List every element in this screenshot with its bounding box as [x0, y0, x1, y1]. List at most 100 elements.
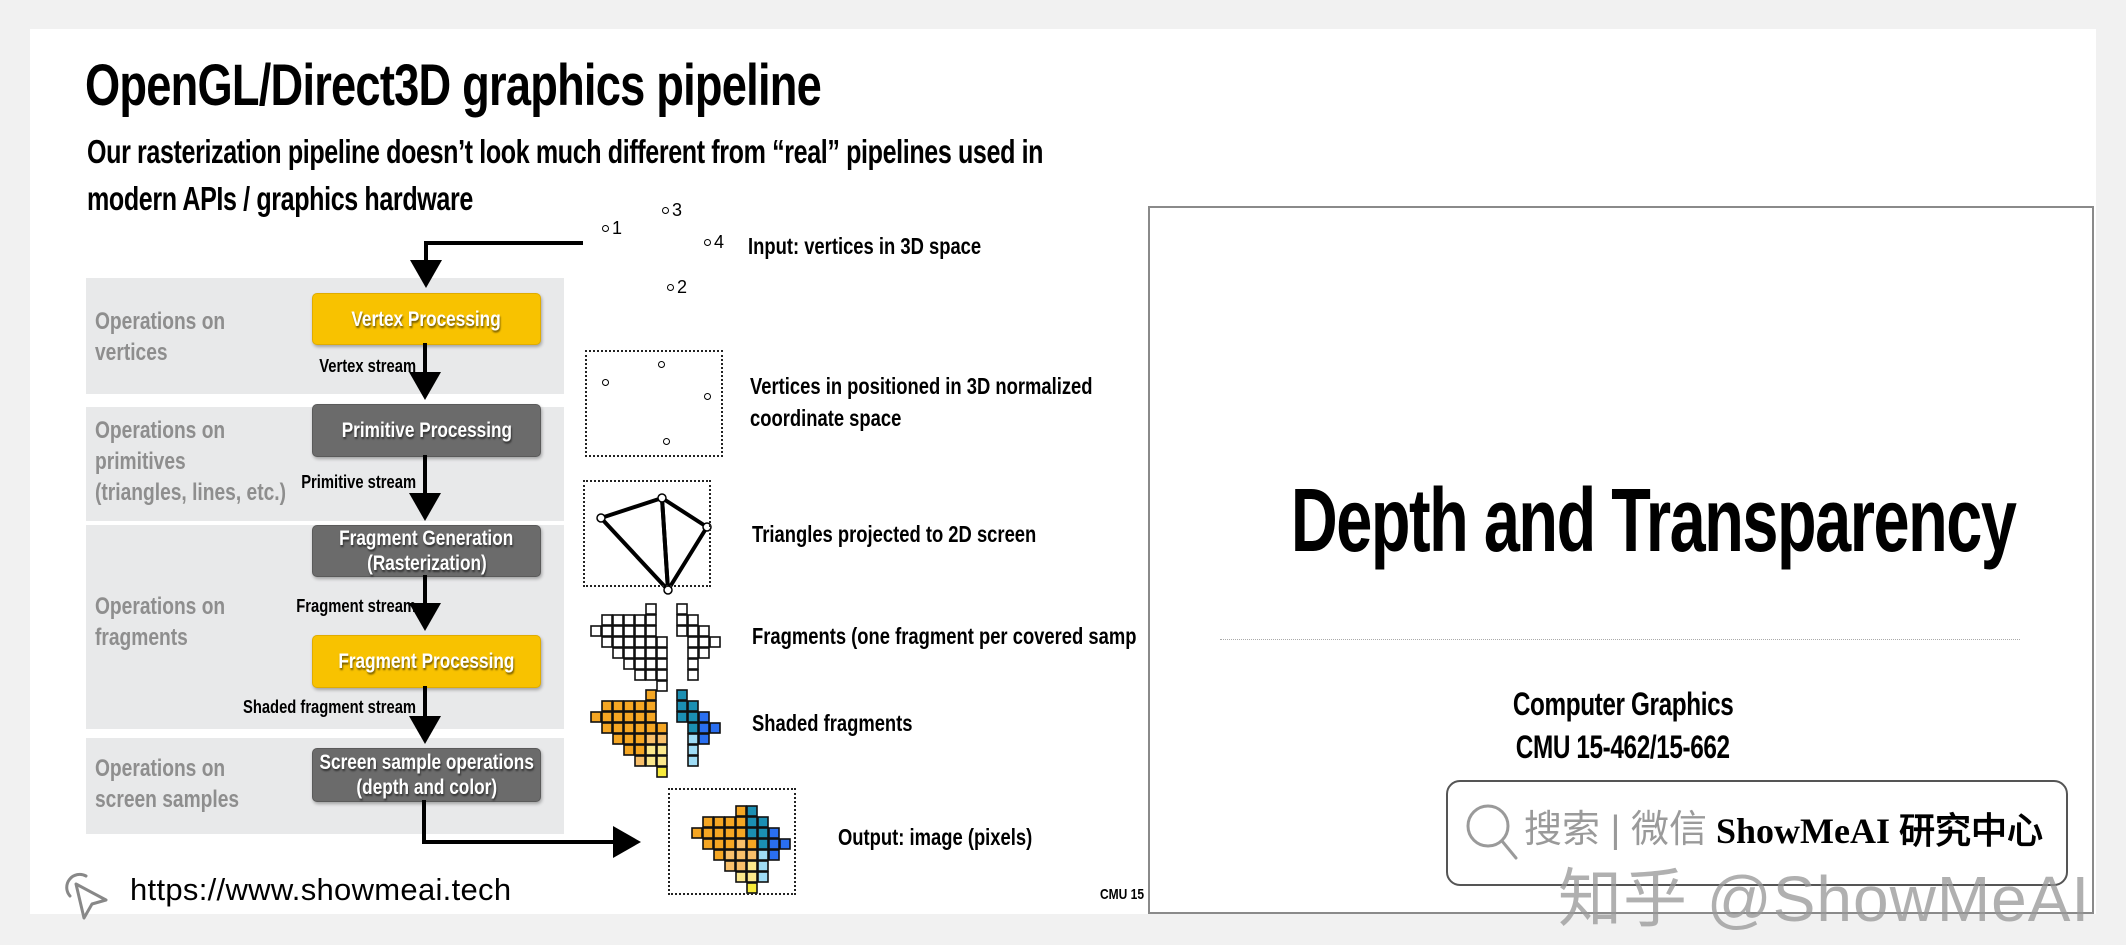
lecture-title-text: Depth and Transparency [1290, 471, 2017, 571]
normalized-space-box [585, 350, 723, 457]
fragment-cell [709, 722, 721, 734]
fragment-cell [634, 711, 646, 723]
fragment-cell [656, 658, 668, 670]
course-name: Computer Graphics [1150, 686, 2096, 723]
fragment-cell [687, 669, 699, 681]
fragment-cell [623, 700, 635, 712]
fragment-cell [645, 722, 657, 734]
fragment-cell [634, 755, 646, 767]
watermark-search-text: 搜索 | 微信 [1524, 809, 1707, 851]
vertex-label-1: 1 [612, 218, 623, 238]
website-link[interactable]: https://www.showmeai.tech [130, 872, 511, 908]
fragment-cell [623, 636, 635, 648]
fragment-cell [656, 680, 668, 692]
fragment-cell [645, 700, 657, 712]
fragment-cell [698, 711, 710, 723]
normalized-vertex [658, 361, 665, 368]
fragment-cell [687, 658, 699, 670]
fragment-cell [612, 614, 624, 626]
fragment-cell [687, 625, 699, 637]
fragment-cell [623, 722, 635, 734]
output-arrow [422, 800, 641, 858]
fragment-cell [623, 658, 635, 670]
watermark-brand: ShowMeAI 研究中心 [1716, 811, 2044, 851]
normalized-vertex [602, 379, 609, 386]
fragment-cell [601, 636, 613, 648]
fragment-cell [645, 636, 657, 648]
lecture-title: Depth and Transparency [1150, 470, 2096, 573]
desc-normalized: Vertices in positioned in 3D normalized … [750, 370, 1093, 434]
fragment-cell [676, 711, 688, 723]
fragment-cell [634, 636, 646, 648]
fragment-cell [676, 625, 688, 637]
fragment-cell [601, 700, 613, 712]
fragment-cell [612, 722, 624, 734]
fragment-cell [601, 722, 613, 734]
fragment-cell [634, 700, 646, 712]
desc-shaded: Shaded fragments [752, 710, 913, 736]
fragment-cell [634, 733, 646, 745]
fragment-cell [601, 614, 613, 626]
footer-course-mark: CMU 15 [1100, 886, 1145, 903]
desc-line: coordinate space [750, 405, 902, 431]
fragment-cell [634, 669, 646, 681]
fragment-cell [601, 625, 613, 637]
normalized-vertex [663, 438, 670, 445]
vertex-label-3: 3 [672, 200, 683, 220]
fragment-cell [634, 722, 646, 734]
input-arrow [410, 241, 583, 288]
fragment-cell [676, 603, 688, 615]
fragment-cell [645, 614, 657, 626]
fragment-cell [645, 755, 657, 767]
fragment-grid-right [676, 603, 721, 681]
fragment-cell [645, 689, 657, 701]
fragment-cell [687, 722, 699, 734]
course-code-text: CMU 15-462/15-662 [1516, 729, 1730, 765]
fragment-cell [656, 744, 668, 756]
fragment-cell [687, 636, 699, 648]
desc-line: Vertices in positioned in 3D normalized [750, 373, 1093, 399]
fragment-cell [623, 733, 635, 745]
fragment-cell [698, 647, 710, 659]
fragment-cell [634, 625, 646, 637]
vertex-point-3 [662, 207, 669, 214]
fragment-cell [645, 658, 657, 670]
fragment-cell [612, 700, 624, 712]
fragment-cell [645, 711, 657, 723]
fragment-cell [623, 614, 635, 626]
fragment-cell [612, 625, 624, 637]
fragment-cell [612, 647, 624, 659]
normalized-vertex [704, 393, 711, 400]
desc-output: Output: image (pixels) [838, 824, 1033, 850]
course-name-text: Computer Graphics [1512, 686, 1734, 722]
desc-fragments: Fragments (one fragment per covered samp [752, 623, 1137, 649]
course-code: CMU 15-462/15-662 [1150, 729, 2096, 766]
fragment-cell [623, 625, 635, 637]
fragment-cell [623, 711, 635, 723]
fragment-cell [709, 636, 721, 648]
fragment-cell [634, 744, 646, 756]
fragment-cell [634, 614, 646, 626]
fragment-cell [645, 625, 657, 637]
fragment-cell [687, 755, 699, 767]
fragment-cell [676, 614, 688, 626]
fragment-cell [645, 669, 657, 681]
fragment-cell [623, 647, 635, 659]
fragment-cell [656, 636, 668, 648]
pipeline-arrows [409, 241, 791, 894]
fragment-cell [590, 711, 602, 723]
fragment-cell [634, 647, 646, 659]
desc-triangles: Triangles projected to 2D screen [752, 521, 1037, 547]
title-slide-panel: Depth and Transparency Computer Graphics… [1148, 206, 2096, 935]
output-image-box [668, 788, 796, 895]
cursor-click-icon [65, 872, 108, 920]
watermark-overlay: 知乎 @ShowMeAI [1558, 863, 2091, 935]
fragment-cell [645, 603, 657, 615]
fragment-cell [645, 647, 657, 659]
fragment-cell [698, 722, 710, 734]
fragment-cell [634, 658, 646, 670]
fragment-cell [656, 733, 668, 745]
fragment-cell [698, 625, 710, 637]
fragment-cell [656, 669, 668, 681]
fragment-cell [656, 766, 668, 778]
